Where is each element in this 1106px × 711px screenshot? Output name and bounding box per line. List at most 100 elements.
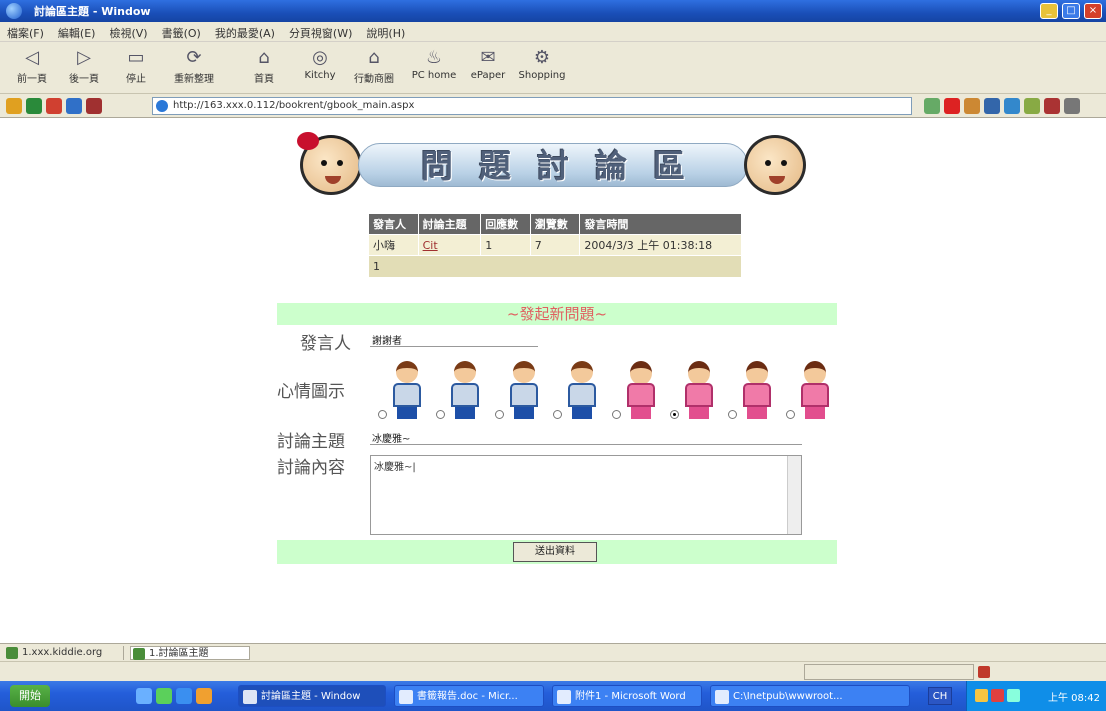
page-icon xyxy=(156,100,168,112)
refresh-icon: ⟳ xyxy=(186,47,202,68)
maximize-button[interactable]: □ xyxy=(1062,3,1080,19)
cell-views: 7 xyxy=(529,234,581,256)
author-input[interactable]: 謝謝者 xyxy=(370,331,538,347)
col-topic: 討論主題 xyxy=(417,213,482,235)
windows-taskbar: 開始 討論區主題 - Window 書籤報告.doc - Micr... 附件1… xyxy=(0,681,1106,711)
new-topic-heading: ~發起新問題~ xyxy=(277,303,837,325)
sound-icon[interactable] xyxy=(66,98,82,114)
menu-tabs[interactable]: 分頁視窗(W) xyxy=(282,22,359,44)
mail-icon[interactable] xyxy=(944,98,960,114)
pchome-label: PC home xyxy=(411,70,457,81)
menu-edit[interactable]: 編輯(E) xyxy=(51,22,103,44)
mall-button[interactable]: ⌂ 行動商圈 xyxy=(346,46,402,85)
security-lock-icon xyxy=(978,666,990,678)
history-icon[interactable] xyxy=(964,98,980,114)
mood-option-5[interactable] xyxy=(612,361,660,421)
home-button[interactable]: ⌂ 首頁 xyxy=(236,46,292,85)
status-tab-2[interactable]: 1.討論區主題 xyxy=(130,646,250,660)
mood-radio-8[interactable] xyxy=(786,410,795,419)
settings-icon[interactable] xyxy=(1064,98,1080,114)
menu-favorites[interactable]: 我的最愛(A) xyxy=(208,22,282,44)
picture-icon[interactable] xyxy=(46,98,62,114)
print-icon[interactable] xyxy=(1004,98,1020,114)
folder-icon[interactable] xyxy=(6,98,22,114)
shopping-button[interactable]: ⚙ Shopping xyxy=(514,46,570,81)
mood-option-8[interactable] xyxy=(786,361,834,421)
tab-status-bar: 1.xxx.kiddie.org 1.討論區主題 xyxy=(0,643,1106,661)
submit-button[interactable]: 送出資料 xyxy=(513,542,597,562)
mood-option-6[interactable] xyxy=(670,361,718,421)
task-explorer[interactable]: C:\Inetpub\wwwroot... xyxy=(710,685,910,707)
menu-help[interactable]: 說明(H) xyxy=(359,22,412,44)
tray-network-icon[interactable] xyxy=(975,689,988,702)
menu-view[interactable]: 檢視(V) xyxy=(102,22,154,44)
minimize-button[interactable]: _ xyxy=(1040,3,1058,19)
start-button[interactable]: 開始 xyxy=(10,685,50,707)
cell-time: 2004/3/3 上午 01:38:18 xyxy=(579,234,742,256)
mood-radio-7[interactable] xyxy=(728,410,737,419)
forum-banner: 問題討論區 xyxy=(297,132,806,195)
mood-radio-1[interactable] xyxy=(378,410,387,419)
language-indicator[interactable]: CH xyxy=(928,687,952,705)
posts-header-row: 發言人 討論主題 回應數 瀏覽數 發言時間 xyxy=(368,213,742,235)
textarea-scrollbar[interactable] xyxy=(787,456,801,534)
quicklaunch-media-icon[interactable] xyxy=(156,688,172,704)
mood-option-7[interactable] xyxy=(728,361,776,421)
cell-topic: Cit xyxy=(417,234,482,256)
quicklaunch-desktop-icon[interactable] xyxy=(136,688,152,704)
tray-security-icon[interactable] xyxy=(991,689,1004,702)
go-icon[interactable] xyxy=(924,98,940,114)
task-word-report[interactable]: 書籤報告.doc - Micr... xyxy=(394,685,544,707)
home-label: 首頁 xyxy=(254,74,274,85)
mood-option-2[interactable] xyxy=(436,361,484,421)
refresh-button[interactable]: ⟳ 重新整理 xyxy=(166,46,222,85)
mood-option-1[interactable] xyxy=(378,361,426,421)
table-row: 小嗨 Cit 1 7 2004/3/3 上午 01:38:18 xyxy=(368,234,742,256)
status-tab-1[interactable]: 1.xxx.kiddie.org xyxy=(4,646,124,660)
system-tray: 上午 08:42 xyxy=(966,681,1106,711)
shopping-label: Shopping xyxy=(518,70,566,81)
mood-radio-6[interactable] xyxy=(670,410,679,419)
forward-button[interactable]: ▷ 後一頁 xyxy=(56,46,112,85)
tray-volume-icon[interactable] xyxy=(1007,689,1020,702)
pchome-button[interactable]: ♨ PC home xyxy=(406,46,462,81)
menu-file[interactable]: 檔案(F) xyxy=(0,22,51,44)
task-browser[interactable]: 討論區主題 - Window xyxy=(238,685,386,707)
edit-icon[interactable] xyxy=(1024,98,1040,114)
tools-icon[interactable] xyxy=(1044,98,1060,114)
stop-icon: ▭ xyxy=(127,47,145,68)
quicklaunch-folder-icon[interactable] xyxy=(196,688,212,704)
url-input[interactable]: http://163.xxx.0.112/bookrent/gbook_main… xyxy=(152,97,912,115)
mood-radio-5[interactable] xyxy=(612,410,621,419)
back-button[interactable]: ◁ 前一頁 xyxy=(4,46,60,85)
globe-icon[interactable] xyxy=(26,98,42,114)
form-footer: 送出資料 xyxy=(277,540,837,564)
pager-row: 1 xyxy=(368,255,742,278)
clock: 上午 08:42 xyxy=(1048,693,1100,704)
kitchy-label: Kitchy xyxy=(304,70,336,81)
address-bar: http://163.xxx.0.112/bookrent/gbook_main… xyxy=(0,94,1106,118)
mood-option-3[interactable] xyxy=(495,361,543,421)
kitchy-button[interactable]: ◎ Kitchy xyxy=(292,46,348,81)
topic-input[interactable]: 冰慶雅~ xyxy=(370,429,802,445)
task-word-attachment[interactable]: 附件1 - Microsoft Word xyxy=(552,685,702,707)
mall-icon: ⌂ xyxy=(368,47,380,68)
close-button[interactable]: × xyxy=(1084,3,1102,19)
back-icon: ◁ xyxy=(25,47,39,68)
status-bar xyxy=(0,661,1106,681)
mute-icon[interactable] xyxy=(86,98,102,114)
stop-button[interactable]: ▭ 停止 xyxy=(108,46,164,85)
pager-page-1[interactable]: 1 xyxy=(368,255,742,278)
refresh-label: 重新整理 xyxy=(174,74,214,85)
mood-option-4[interactable] xyxy=(553,361,601,421)
mood-radio-4[interactable] xyxy=(553,410,562,419)
mood-radio-2[interactable] xyxy=(436,410,445,419)
mood-radio-3[interactable] xyxy=(495,410,504,419)
browser-toolbar: ◁ 前一頁 ▷ 後一頁 ▭ 停止 ⟳ 重新整理 ⌂ 首頁 ◎ Kitchy ⌂ 行動商圈 ♨ P… xyxy=(0,42,1106,94)
menu-bookmarks[interactable]: 書籤(O) xyxy=(155,22,208,44)
epaper-button[interactable]: ✉ ePaper xyxy=(460,46,516,81)
topic-link[interactable]: Cit xyxy=(423,239,438,252)
content-textarea[interactable]: 冰慶雅~| xyxy=(370,455,802,535)
quicklaunch-ie-icon[interactable] xyxy=(176,688,192,704)
save-icon[interactable] xyxy=(984,98,1000,114)
